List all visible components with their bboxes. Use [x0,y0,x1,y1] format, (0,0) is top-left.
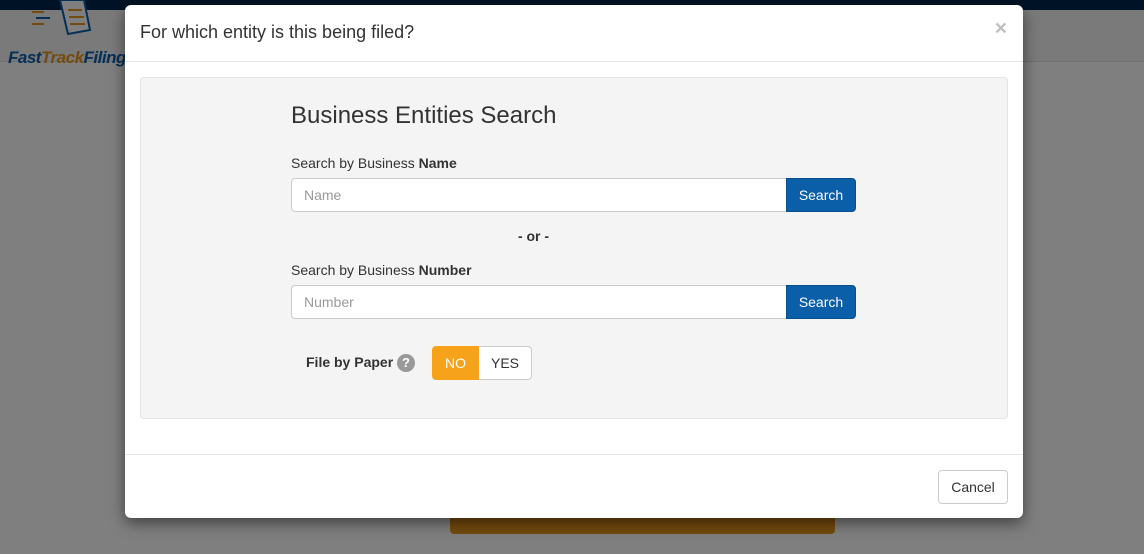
search-panel: Business Entities Search Search by Busin… [140,77,1008,419]
modal-header: For which entity is this being filed? × [125,5,1023,62]
name-search-group: Search [291,178,857,212]
file-by-paper-toggle: NO YES [432,346,532,380]
close-icon[interactable]: × [995,18,1007,39]
toggle-no[interactable]: NO [432,346,479,380]
cancel-button[interactable]: Cancel [938,470,1008,504]
file-by-paper-label: File by Paper [306,354,394,370]
number-search-label: Search by Business Number [291,262,472,278]
business-number-input[interactable] [291,285,786,319]
number-search-group: Search [291,285,857,319]
modal-footer: Cancel [125,454,1023,519]
help-icon[interactable]: ? [397,354,415,372]
toggle-yes[interactable]: YES [479,346,532,380]
search-by-name-button[interactable]: Search [786,178,856,212]
search-by-number-button[interactable]: Search [786,285,856,319]
business-name-input[interactable] [291,178,786,212]
search-heading: Business Entities Search [291,102,557,129]
entity-search-modal: For which entity is this being filed? × … [125,5,1023,518]
or-divider: - or - [517,228,550,244]
modal-title: For which entity is this being filed? [140,22,415,42]
name-search-label: Search by Business Name [291,155,457,171]
